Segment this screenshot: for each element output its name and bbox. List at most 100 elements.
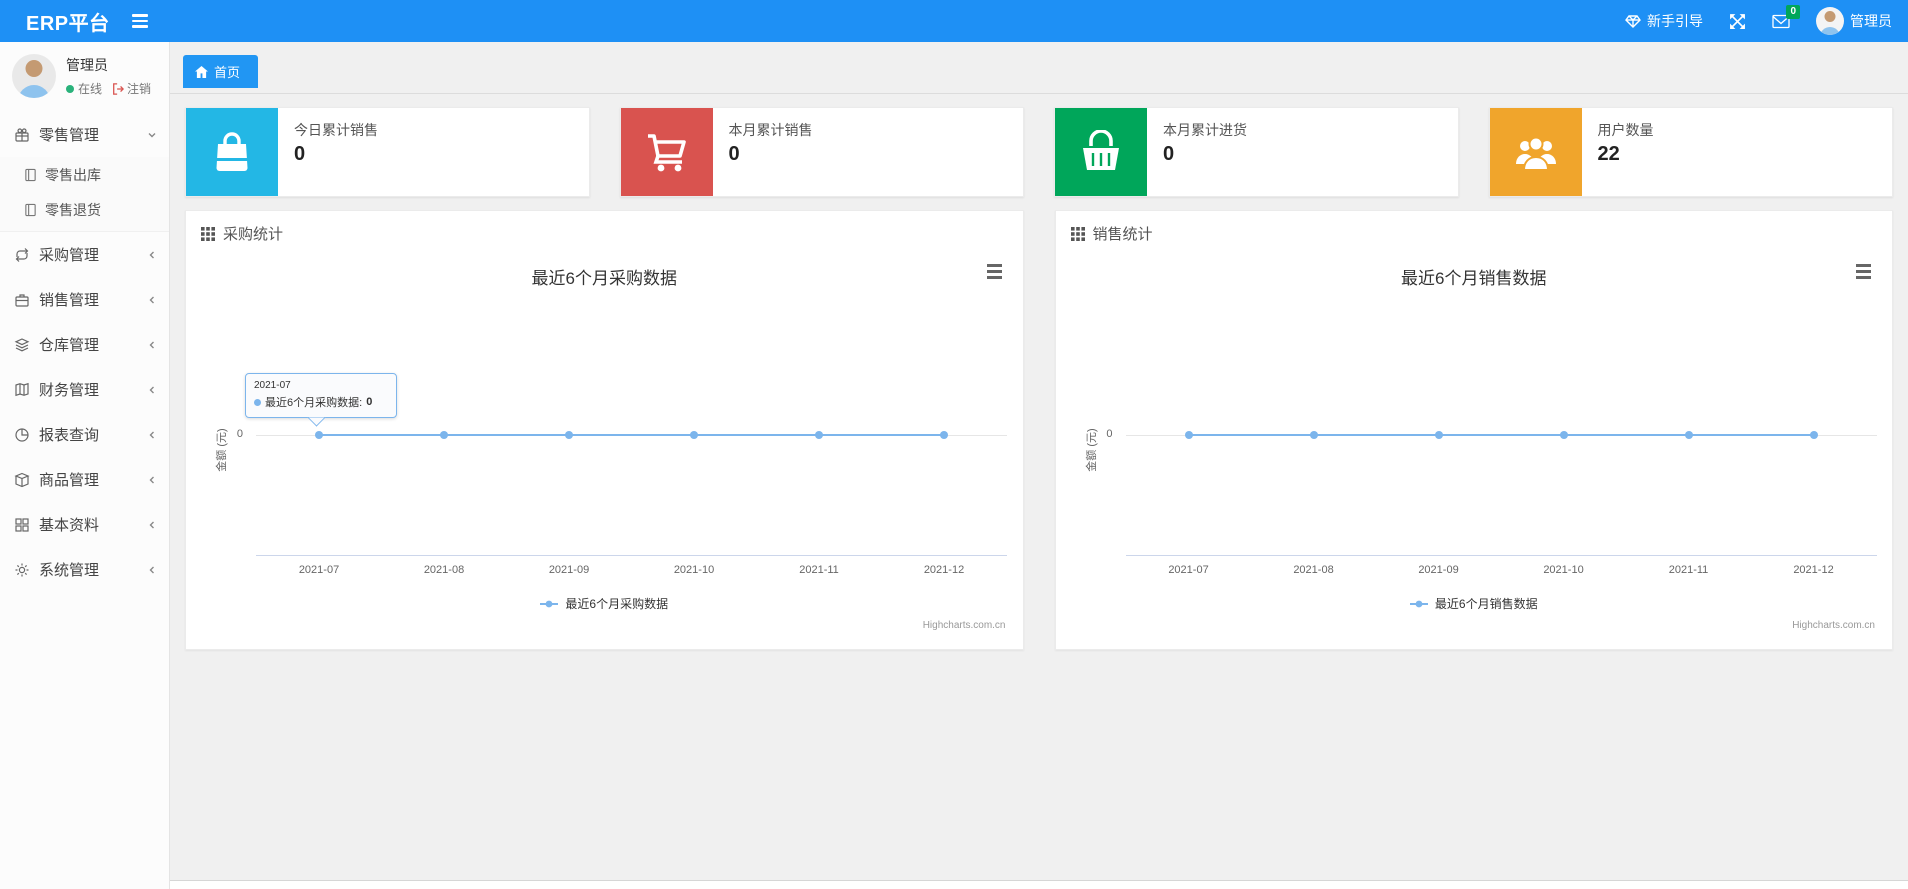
panel-title: 采购统计 bbox=[223, 226, 284, 243]
legend-marker-icon bbox=[540, 600, 559, 607]
x-axis-tick-label: 2021-12 bbox=[1793, 564, 1834, 576]
tooltip-category: 2021-07 bbox=[254, 380, 291, 391]
gem-icon bbox=[1625, 15, 1641, 28]
data-point-marker[interactable] bbox=[1559, 431, 1568, 439]
y-axis-tick-label: 0 bbox=[236, 428, 243, 440]
sidebar-item-basic-data[interactable]: 基本资料 bbox=[0, 502, 169, 547]
data-point-marker[interactable] bbox=[1434, 431, 1443, 439]
logout-link[interactable]: 注销 bbox=[112, 80, 151, 97]
file-icon bbox=[25, 168, 36, 181]
fullscreen-button[interactable] bbox=[1729, 13, 1746, 30]
main-content: 首页 今日累计销售 0 本月累计销售 0 本月累计进货 0 用户数量 22 采购… bbox=[170, 42, 1908, 889]
sidebar-item-reports[interactable]: 报表查询 bbox=[0, 412, 169, 457]
pie-chart-icon bbox=[15, 427, 29, 442]
sidebar-item-label: 零售出库 bbox=[45, 166, 101, 183]
messages-button[interactable]: 0 bbox=[1772, 4, 1800, 29]
highcharts-credits-link[interactable]: Highcharts.com.cn bbox=[1792, 620, 1875, 631]
stat-card-month-sales[interactable]: 本月累计销售 0 bbox=[619, 107, 1024, 197]
stat-card-label: 用户数量 bbox=[1597, 122, 1654, 138]
shopping-bag-icon bbox=[216, 132, 248, 171]
sidebar-item-retail-return[interactable]: 零售退货 bbox=[0, 192, 169, 227]
chart-title: 最近6个月销售数据 bbox=[1401, 269, 1547, 288]
sidebar-item-retail[interactable]: 零售管理 bbox=[0, 112, 169, 157]
sidebar-item-label: 财务管理 bbox=[39, 382, 100, 399]
sidebar-item-warehouse[interactable]: 仓库管理 bbox=[0, 322, 169, 367]
stat-card-today-sales[interactable]: 今日累计销售 0 bbox=[185, 107, 590, 197]
x-axis-tick-label: 2021-11 bbox=[799, 564, 839, 576]
app-brand[interactable]: ERP平台 bbox=[0, 7, 110, 36]
tab-home[interactable]: 首页 bbox=[183, 55, 259, 88]
sidebar-item-system[interactable]: 系统管理 bbox=[0, 547, 169, 592]
stat-card-value: 22 bbox=[1597, 143, 1620, 165]
x-axis-tick-label: 2021-08 bbox=[1293, 564, 1334, 576]
stat-card-value: 0 bbox=[1163, 143, 1175, 165]
x-axis-tick-label: 2021-09 bbox=[1418, 564, 1459, 576]
series-line bbox=[1188, 434, 1814, 436]
layers-icon bbox=[14, 337, 30, 351]
legend-item[interactable]: 最近6个月采购数据 bbox=[201, 595, 1008, 612]
panel-title: 销售统计 bbox=[1092, 226, 1153, 243]
data-point-marker[interactable] bbox=[1309, 431, 1318, 439]
x-axis-tick-label: 2021-10 bbox=[1543, 564, 1584, 576]
legend-item[interactable]: 最近6个月销售数据 bbox=[1071, 595, 1878, 612]
breadcrumb: 首页 bbox=[170, 42, 1908, 94]
username-label: 管理员 bbox=[1850, 13, 1892, 29]
stat-card-month-purchase[interactable]: 本月累计进货 0 bbox=[1054, 107, 1459, 197]
users-icon bbox=[1515, 136, 1556, 171]
chevron-left-icon bbox=[149, 521, 154, 528]
stat-card-user-count[interactable]: 用户数量 22 bbox=[1488, 107, 1893, 197]
chevron-left-icon bbox=[149, 341, 154, 348]
x-axis-tick-label: 2021-07 bbox=[298, 564, 340, 576]
data-point-marker[interactable] bbox=[565, 431, 573, 439]
chevron-down-icon bbox=[148, 132, 156, 137]
legend-label: 最近6个月采购数据 bbox=[565, 597, 669, 611]
chevron-left-icon bbox=[149, 431, 154, 438]
repeat-icon bbox=[15, 247, 29, 262]
sidebar: 管理员 在线 注销 零售管理 零售出库 零售退货 采购管理 销售管理 仓库管理 … bbox=[0, 42, 170, 889]
tooltip-series-dot bbox=[254, 398, 261, 406]
th-grid-icon bbox=[1070, 226, 1085, 241]
sidebar-item-label: 零售管理 bbox=[39, 127, 100, 144]
x-axis-line bbox=[1125, 555, 1877, 556]
data-point-marker[interactable] bbox=[690, 431, 698, 439]
chart-export-menu-icon[interactable] bbox=[986, 264, 1002, 279]
chart-tooltip: 2021-07 最近6个月采购数据: 0 bbox=[245, 373, 397, 418]
sidebar-item-label: 商品管理 bbox=[39, 472, 100, 489]
fullscreen-icon bbox=[1730, 13, 1745, 29]
highcharts-credits-link[interactable]: Highcharts.com.cn bbox=[923, 620, 1006, 631]
sidebar-item-purchase[interactable]: 采购管理 bbox=[0, 232, 169, 277]
data-point-marker[interactable] bbox=[1809, 431, 1818, 439]
sidebar-user-panel: 管理员 在线 注销 bbox=[0, 42, 169, 112]
sidebar-toggle-icon[interactable] bbox=[131, 14, 148, 28]
data-point-marker[interactable] bbox=[815, 431, 823, 439]
file-icon bbox=[25, 203, 36, 216]
data-point-marker[interactable] bbox=[315, 431, 323, 439]
data-point-marker[interactable] bbox=[1184, 431, 1193, 439]
y-axis-title: 金额 (元) bbox=[1085, 428, 1098, 472]
footer bbox=[170, 880, 1908, 889]
retail-submenu: 零售出库 零售退货 bbox=[0, 157, 169, 232]
y-axis-title: 金额 (元) bbox=[216, 428, 228, 472]
purchase-stats-panel: 采购统计 最近6个月采购数据 金额 (元) 0 2021-07 2021-08 20… bbox=[185, 210, 1024, 650]
shopping-basket-icon bbox=[1083, 130, 1119, 170]
data-point-marker[interactable] bbox=[1684, 431, 1693, 439]
sidebar-username: 管理员 bbox=[66, 57, 108, 73]
home-icon bbox=[195, 65, 208, 78]
data-point-marker[interactable] bbox=[440, 431, 448, 439]
user-menu[interactable]: 管理员 bbox=[1816, 7, 1892, 35]
sidebar-item-retail-outbound[interactable]: 零售出库 bbox=[0, 157, 169, 192]
chevron-left-icon bbox=[149, 296, 154, 303]
guide-button[interactable]: 新手引导 bbox=[1625, 11, 1703, 31]
legend-marker-icon bbox=[1409, 600, 1428, 607]
sidebar-item-label: 销售管理 bbox=[39, 292, 100, 309]
sidebar-item-label: 零售退货 bbox=[45, 201, 101, 218]
chevron-left-icon bbox=[149, 476, 154, 483]
online-status-label: 在线 bbox=[78, 82, 103, 96]
box-icon bbox=[14, 472, 30, 487]
data-point-marker[interactable] bbox=[940, 431, 948, 439]
sidebar-item-sales[interactable]: 销售管理 bbox=[0, 277, 169, 322]
chart-export-menu-icon[interactable] bbox=[1856, 264, 1871, 279]
purchase-chart: 最近6个月采购数据 金额 (元) 0 2021-07 2021-08 2021-09… bbox=[201, 250, 1008, 635]
sidebar-item-finance[interactable]: 财务管理 bbox=[0, 367, 169, 412]
sidebar-item-goods[interactable]: 商品管理 bbox=[0, 457, 169, 502]
